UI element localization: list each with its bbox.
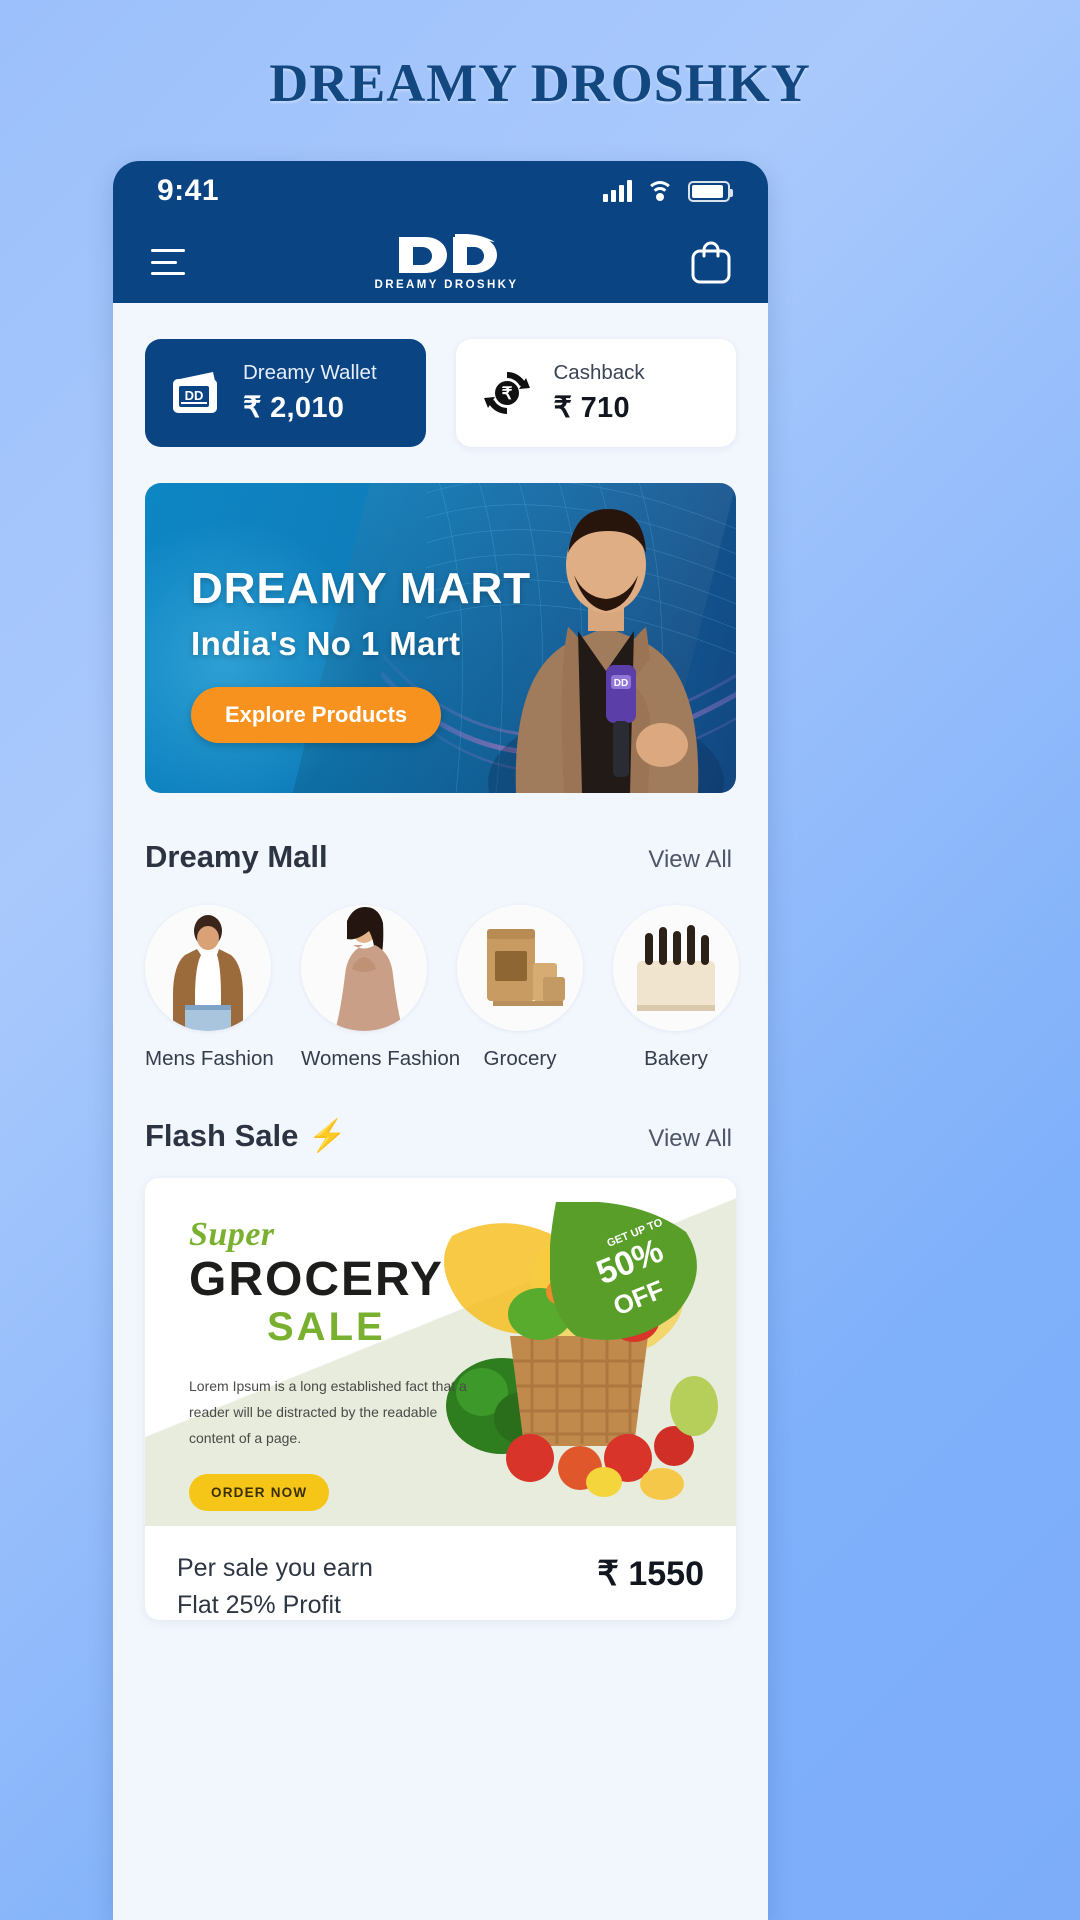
category-item-grocery[interactable]: Grocery — [457, 905, 583, 1071]
promo-grocery-text: GROCERY — [189, 1253, 444, 1306]
womens-fashion-photo — [301, 905, 427, 1031]
flash-sale-title: Flash Sale — [145, 1117, 299, 1153]
grocery-sale-promo-image: GET UP TO 50% OFF Super GROCERY SALE Lor… — [145, 1178, 736, 1526]
category-item-bakery[interactable]: Bakery — [613, 905, 739, 1071]
category-item-mens-fashion[interactable]: Mens Fashion — [145, 905, 274, 1071]
app-content: DD Dreamy Wallet ₹ 2,010 ₹ Cashback ₹ 71… — [113, 303, 768, 1620]
app-header: DREAMY DROSHKY — [113, 221, 768, 303]
hero-headline: DREAMY MART — [191, 564, 532, 613]
category-list[interactable]: Mens Fashion Womens Fashion Grocery Bake… — [113, 875, 768, 1071]
hero-banner[interactable]: DD DREAMY MART India's No 1 Mart Explore… — [145, 483, 736, 793]
earnings-line-2: Flat 25% Profit — [177, 1591, 341, 1619]
cashback-card[interactable]: ₹ Cashback ₹ 710 — [455, 339, 736, 447]
flash-sale-view-all[interactable]: View All — [648, 1125, 732, 1153]
promo-body-text: Lorem Ipsum is a long established fact t… — [189, 1378, 467, 1446]
category-label: Womens Fashion — [301, 1047, 461, 1070]
dd-monogram-icon — [395, 233, 499, 276]
earnings-row: Per sale you earn Flat 25% Profit ₹ 1550 — [145, 1526, 736, 1620]
cashback-amount: ₹ 710 — [553, 392, 630, 424]
lightning-bolt-icon: ⚡ — [308, 1118, 347, 1153]
hamburger-menu-icon[interactable] — [151, 249, 189, 275]
category-item-womens-fashion[interactable]: Womens Fashion — [301, 905, 461, 1071]
svg-text:DD: DD — [614, 678, 628, 689]
svg-text:DD: DD — [185, 388, 204, 403]
flash-sale-card[interactable]: GET UP TO 50% OFF Super GROCERY SALE Lor… — [145, 1178, 736, 1620]
flash-sale-header: Flash Sale ⚡ View All — [113, 1071, 768, 1154]
wallet-summary-row: DD Dreamy Wallet ₹ 2,010 ₹ Cashback ₹ 71… — [113, 303, 768, 447]
wallet-icon: DD — [169, 366, 223, 420]
status-bar-clock: 9:41 — [157, 174, 220, 207]
order-now-button[interactable]: ORDER NOW — [189, 1473, 330, 1511]
wallet-amount: ₹ 2,010 — [243, 392, 345, 424]
dreamy-wallet-card[interactable]: DD Dreamy Wallet ₹ 2,010 — [145, 339, 426, 447]
category-label: Grocery — [483, 1047, 557, 1070]
cashback-label: Cashback — [553, 361, 645, 384]
hero-subheadline: India's No 1 Mart — [191, 625, 461, 662]
app-logo-subtitle: DREAMY DROSHKY — [374, 278, 519, 291]
wifi-icon — [646, 181, 674, 202]
mens-fashion-photo — [145, 905, 271, 1031]
dreamy-mall-title: Dreamy Mall — [145, 839, 328, 874]
flash-sale-title-wrap: Flash Sale ⚡ — [145, 1117, 347, 1154]
explore-products-button[interactable]: Explore Products — [191, 687, 442, 743]
shopping-bag-icon[interactable] — [690, 239, 732, 285]
svg-text:₹: ₹ — [501, 384, 512, 403]
status-bar: 9:41 — [113, 161, 768, 221]
promo-sale-text: SALE — [267, 1305, 386, 1349]
promo-super-text: Super — [189, 1216, 275, 1253]
earnings-line-1: Per sale you earn — [177, 1554, 373, 1582]
discount-badge: GET UP TO 50% OFF — [550, 1202, 697, 1340]
bakery-cake-photo — [613, 905, 739, 1031]
cashback-rupee-refresh-icon: ₹ — [480, 366, 534, 420]
grocery-tin-photo — [457, 905, 583, 1031]
phone-mockup: 9:41 DREAMY DROSHKY DD Dreamy Wallet ₹ 2… — [113, 161, 768, 1920]
wallet-label: Dreamy Wallet — [243, 361, 377, 384]
dreamy-mall-view-all[interactable]: View All — [648, 846, 732, 874]
battery-icon — [688, 181, 733, 202]
dreamy-mall-header: Dreamy Mall View All — [113, 793, 768, 875]
cellular-bars-icon — [603, 180, 632, 202]
page-title: DREAMY DROSHKY — [269, 53, 811, 113]
earnings-amount: ₹ 1550 — [597, 1555, 704, 1593]
category-label: Mens Fashion — [145, 1047, 274, 1070]
category-label: Bakery — [644, 1047, 708, 1070]
app-logo: DREAMY DROSHKY — [374, 233, 519, 291]
